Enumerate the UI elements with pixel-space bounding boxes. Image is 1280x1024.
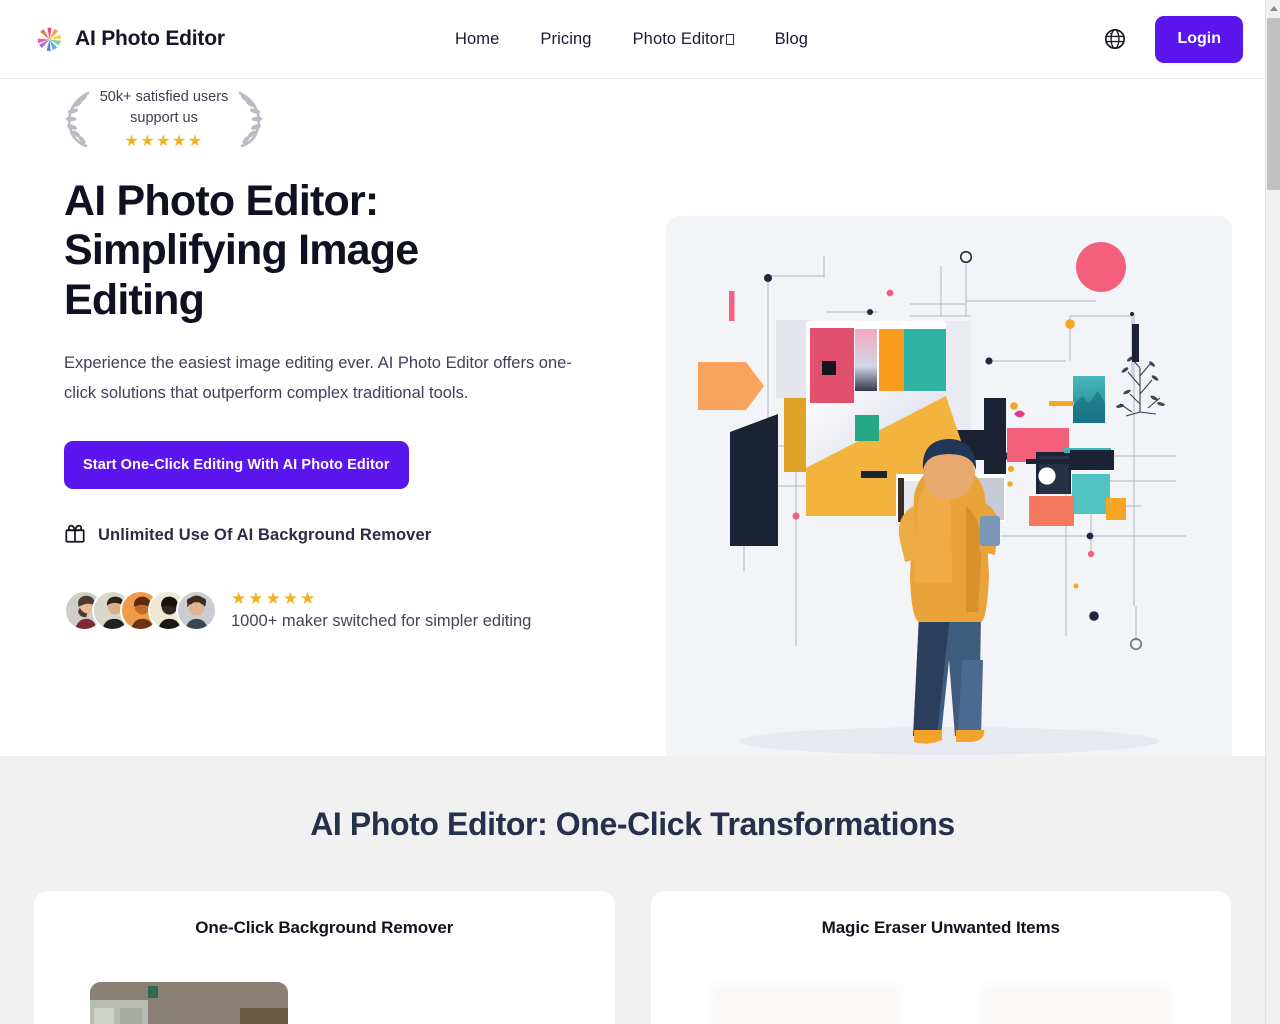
before-image bbox=[90, 982, 289, 1024]
card-image-pair bbox=[34, 982, 615, 1024]
start-editing-button[interactable]: Start One-Click Editing With AI Photo Ed… bbox=[64, 441, 409, 490]
features-section: AI Photo Editor: One-Click Transformatio… bbox=[0, 756, 1265, 1024]
logo[interactable]: AI Photo Editor bbox=[36, 26, 225, 53]
avatar-group bbox=[64, 589, 217, 631]
nav-item-pricing[interactable]: Pricing bbox=[540, 30, 591, 49]
page-scrollbar[interactable] bbox=[1265, 0, 1280, 1024]
badge-line-2: support us bbox=[130, 110, 198, 127]
after-image bbox=[976, 982, 1175, 1024]
feature-card-background-remover[interactable]: One-Click Background Remover bbox=[34, 891, 615, 1024]
nav-item-home[interactable]: Home bbox=[455, 30, 499, 49]
feature-card-magic-eraser[interactable]: Magic Eraser Unwanted Items bbox=[650, 891, 1232, 1024]
perk-label: Unlimited Use Of AI Background Remover bbox=[98, 526, 432, 545]
section-title: AI Photo Editor: One-Click Transformatio… bbox=[310, 806, 955, 842]
login-button[interactable]: Login bbox=[1155, 15, 1243, 63]
gift-icon bbox=[64, 522, 86, 549]
hero-section: 50k+ satisfied users support us ★★★★★ AI… bbox=[0, 79, 1265, 782]
pinwheel-logo-icon bbox=[36, 26, 63, 53]
social-proof-row: ★★★★★ 1000+ maker switched for simpler e… bbox=[64, 589, 644, 631]
nav-item-blog[interactable]: Blog bbox=[775, 30, 808, 49]
primary-nav: Home Pricing Photo Editor Blog bbox=[455, 30, 808, 49]
card-title: One-Click Background Remover bbox=[195, 918, 454, 937]
logo-text: AI Photo Editor bbox=[75, 27, 225, 50]
hero-description: Experience the easiest image editing eve… bbox=[64, 354, 572, 402]
page-root: AI Photo Editor Home Pricing Photo Edito… bbox=[0, 0, 1280, 1024]
perk-row: Unlimited Use Of AI Background Remover bbox=[64, 522, 644, 549]
scrollbar-thumb[interactable] bbox=[1267, 18, 1280, 190]
nav-item-photo-editor[interactable]: Photo Editor bbox=[633, 30, 734, 49]
globe-icon[interactable] bbox=[1104, 28, 1126, 50]
scroll-up-arrow[interactable] bbox=[1266, 0, 1280, 16]
card-image-pair bbox=[651, 982, 1232, 1024]
social-proof-text: ★★★★★ 1000+ maker switched for simpler e… bbox=[231, 589, 531, 631]
badge-text-block: 50k+ satisfied users support us ★★★★★ bbox=[96, 87, 232, 151]
badge-star-rating: ★★★★★ bbox=[124, 133, 204, 151]
feature-card-grid: One-Click Background Remover Magic Erase… bbox=[0, 891, 1265, 1024]
laurel-wreath-right-icon bbox=[234, 90, 264, 148]
site-header: AI Photo Editor Home Pricing Photo Edito… bbox=[0, 0, 1265, 79]
hero-content: 50k+ satisfied users support us ★★★★★ AI… bbox=[64, 87, 644, 631]
after-image bbox=[360, 982, 559, 1024]
before-image bbox=[706, 982, 905, 1024]
laurel-wreath-left-icon bbox=[64, 90, 94, 148]
chevron-down-icon bbox=[725, 33, 734, 45]
badge-line-1: 50k+ satisfied users bbox=[99, 89, 229, 105]
social-proof-badge: 50k+ satisfied users support us ★★★★★ bbox=[64, 87, 264, 151]
header-actions: Login bbox=[1104, 15, 1243, 63]
social-proof-caption: 1000+ maker switched for simpler editing bbox=[231, 612, 532, 631]
card-title: Magic Eraser Unwanted Items bbox=[821, 918, 1060, 937]
hero-illustration bbox=[666, 216, 1232, 782]
page-title: AI Photo Editor: Simplifying Image Editi… bbox=[64, 177, 419, 324]
avatar bbox=[176, 589, 217, 631]
social-star-rating: ★★★★★ bbox=[231, 589, 318, 609]
